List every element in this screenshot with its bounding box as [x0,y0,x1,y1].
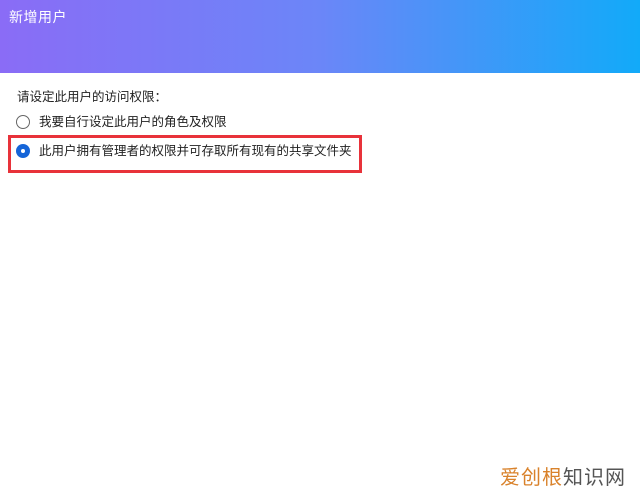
option-custom-role[interactable]: 我要自行设定此用户的角色及权限 [16,114,227,130]
watermark-accent: 爱创根 [500,465,563,489]
red-highlight-box [8,135,362,173]
dialog-page: 新增用户 请设定此用户的访问权限： 我要自行设定此用户的角色及权限 此用户拥有管… [0,0,640,497]
watermark-text: 知识网 [563,465,626,489]
watermark: 爱创根知识网 [500,465,626,489]
dialog-header: 新增用户 [0,0,640,73]
access-permission-prompt: 请设定此用户的访问权限： [17,89,168,104]
radio-unselected-icon[interactable] [16,115,30,129]
option-custom-role-label: 我要自行设定此用户的角色及权限 [39,114,227,129]
dialog-title: 新增用户 [9,10,67,26]
